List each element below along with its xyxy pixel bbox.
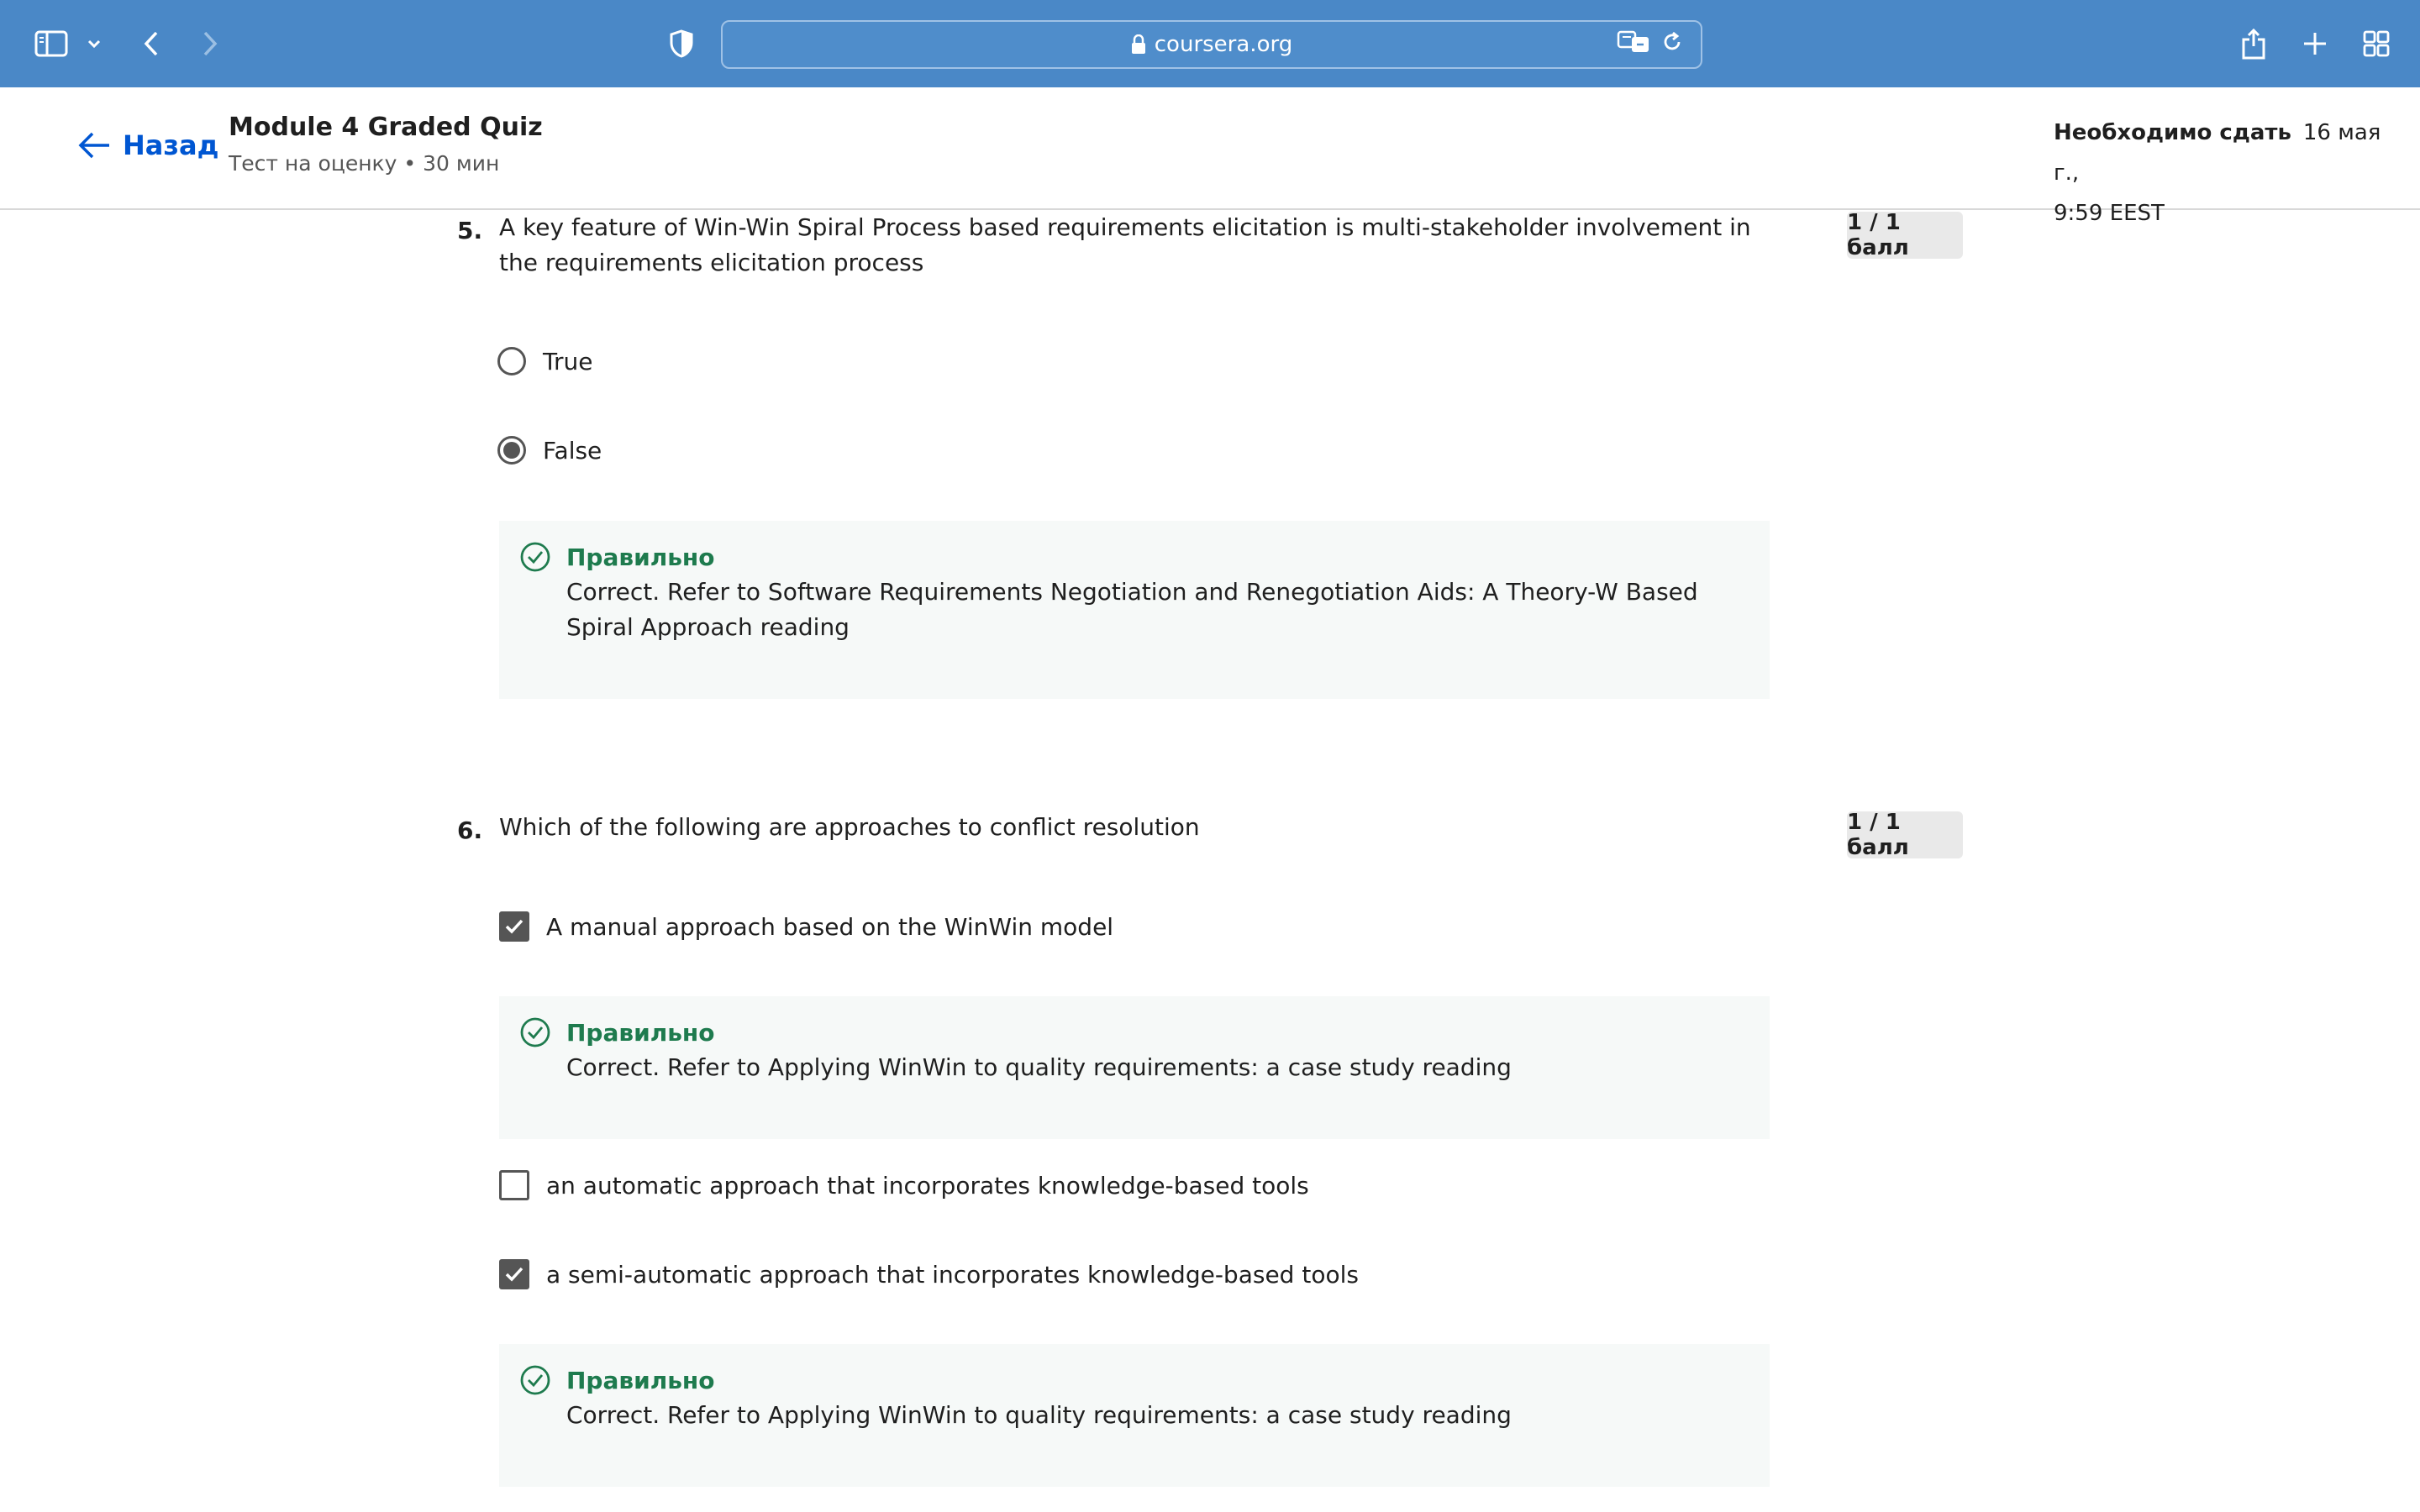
due-date-block: Необходимо сдать 16 мая г., 9:59 EEST xyxy=(2054,113,2407,234)
due-label: Необходимо сдать xyxy=(2054,120,2291,145)
question-text: A key feature of Win-Win Spiral Process … xyxy=(499,213,1751,276)
share-icon xyxy=(2242,28,2265,60)
feedback-text: Correct. Refer to Applying WinWin to qua… xyxy=(566,1401,1512,1429)
forward-nav-button[interactable] xyxy=(197,22,224,66)
privacy-shield-button[interactable] xyxy=(667,22,696,66)
translate-icon[interactable] xyxy=(1617,30,1650,54)
feedback-box: Правильно Correct. Refer to Applying Win… xyxy=(499,1344,1770,1487)
quiz-header: Назад Module 4 Graded Quiz Тест на оценк… xyxy=(0,87,2420,226)
address-bar[interactable]: coursera.org xyxy=(721,20,1702,69)
feedback-title: Правильно xyxy=(566,1366,715,1394)
checkmark-icon xyxy=(505,919,523,934)
option-label: True xyxy=(543,347,593,375)
check-circle-icon xyxy=(520,542,550,572)
feedback-title: Правильно xyxy=(566,543,715,571)
radio-option-false[interactable]: False xyxy=(497,436,602,465)
chevron-down-icon xyxy=(87,39,101,49)
option-label: False xyxy=(543,436,602,465)
points-badge: 1 / 1 балл xyxy=(1847,210,1963,260)
due-time: 9:59 EEST xyxy=(2054,201,2165,226)
plus-icon xyxy=(2304,33,2326,55)
checkbox-option-automatic[interactable]: an automatic approach that incorporates … xyxy=(499,1170,1309,1200)
feedback-box: Правильно Correct. Refer to Applying Win… xyxy=(499,996,1770,1139)
question-text: Which of the following are approaches to… xyxy=(499,813,1200,841)
lock-icon xyxy=(1131,34,1145,54)
grid-icon xyxy=(2363,30,2390,57)
question-number: 5. xyxy=(457,217,483,244)
feedback-text: Correct. Refer to Software Requirements … xyxy=(566,578,1698,641)
share-button[interactable] xyxy=(2238,22,2269,66)
chevron-right-icon xyxy=(203,31,218,56)
checkmark-icon xyxy=(505,1267,523,1282)
option-label: A manual approach based on the WinWin mo… xyxy=(546,912,1114,941)
checkbox-option-manual[interactable]: A manual approach based on the WinWin mo… xyxy=(499,911,1113,942)
checkbox-checked[interactable] xyxy=(499,1259,529,1289)
checkbox-checked[interactable] xyxy=(499,911,529,942)
check-circle-icon xyxy=(520,1365,550,1395)
back-link[interactable]: Назад xyxy=(77,129,218,161)
checkbox-unchecked[interactable] xyxy=(499,1170,529,1200)
new-tab-button[interactable] xyxy=(2301,22,2329,66)
url-text: coursera.org xyxy=(1154,32,1293,57)
browser-toolbar: coursera.org xyxy=(0,0,2420,89)
question-number: 6. xyxy=(457,816,483,844)
check-circle-icon xyxy=(520,1017,550,1047)
option-label: an automatic approach that incorporates … xyxy=(546,1171,1309,1200)
radio-option-true[interactable]: True xyxy=(497,347,592,375)
sidebar-icon xyxy=(34,30,68,57)
reload-icon[interactable] xyxy=(1660,30,1684,54)
arrow-left-icon xyxy=(78,132,109,159)
checkbox-option-semi-automatic[interactable]: a semi-automatic approach that incorpora… xyxy=(499,1259,1359,1289)
points-badge: 1 / 1 балл xyxy=(1847,810,1963,860)
feedback-title: Правильно xyxy=(566,1018,715,1047)
quiz-subtitle: Тест на оценку • 30 мин xyxy=(229,151,500,176)
feedback-text: Correct. Refer to Applying WinWin to qua… xyxy=(566,1053,1512,1081)
back-label: Назад xyxy=(123,129,219,161)
feedback-box: Правильно Correct. Refer to Software Req… xyxy=(499,521,1770,699)
back-nav-button[interactable] xyxy=(138,22,165,66)
tab-group-dropdown[interactable] xyxy=(84,22,104,66)
quiz-title: Module 4 Graded Quiz xyxy=(229,113,543,142)
sidebar-toggle-button[interactable] xyxy=(30,22,72,66)
radio-button-selected[interactable] xyxy=(497,436,526,465)
chevron-left-icon xyxy=(144,31,158,56)
option-label: a semi-automatic approach that incorpora… xyxy=(546,1260,1359,1289)
radio-button[interactable] xyxy=(497,347,526,375)
tab-overview-button[interactable] xyxy=(2361,22,2391,66)
shield-icon xyxy=(670,29,693,58)
